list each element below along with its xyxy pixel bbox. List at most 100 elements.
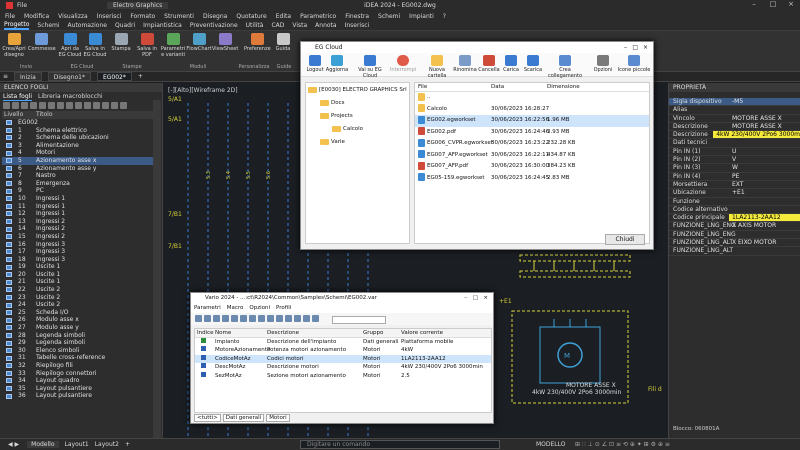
- sheet-row[interactable]: 26 Modulo asse x: [2, 316, 154, 324]
- tab-automazione[interactable]: Automazione: [68, 22, 107, 29]
- mode-indicator[interactable]: MODELLO: [536, 441, 566, 448]
- vario-search-input[interactable]: [332, 316, 386, 324]
- file-row[interactable]: EG007_AFP.pdf 30/06/2023 16:30:00 384.23 K…: [415, 161, 649, 173]
- property-value[interactable]: [729, 198, 800, 205]
- sheet-row[interactable]: 4 Motori: [2, 149, 154, 157]
- doc-tab-eg002[interactable]: EG002*: [96, 72, 132, 81]
- col-file[interactable]: File: [415, 83, 491, 91]
- tool-icon[interactable]: [249, 315, 256, 322]
- sheet-row[interactable]: 11 Ingressi 1: [2, 203, 154, 211]
- preferenze-button[interactable]: Preferenze: [244, 33, 271, 52]
- file-row[interactable]: EG05-159.egworkset 30/06/2023 16:24:45 2.8…: [415, 173, 649, 185]
- menu-icon[interactable]: ≡: [3, 73, 8, 80]
- property-value[interactable]: X AXIS MOTOR: [729, 222, 800, 229]
- tab-utilita[interactable]: Utilità: [246, 22, 264, 29]
- status-toggles[interactable]: ⊞ ∷ ⊥ ⊙ ∠ ⊡ ≡ ⟲ ⊕ ✦ ⊞ ⚙ ⊕ ≡: [575, 441, 670, 448]
- sheet-row[interactable]: 10 Ingressi 1: [2, 195, 154, 203]
- tree-docs[interactable]: Docs: [320, 99, 345, 108]
- layout-tab-2[interactable]: Layout2: [95, 441, 119, 448]
- col-descrizione[interactable]: Descrizione: [267, 329, 363, 337]
- tree-varie[interactable]: Varie: [320, 138, 345, 147]
- nav-arrows-icon[interactable]: ◀ ▶: [8, 441, 19, 448]
- property-value[interactable]: [729, 231, 800, 238]
- refresh-button[interactable]: Aggiorna: [323, 54, 351, 73]
- property-row[interactable]: FUNZIONE_LNG_ALT: [669, 247, 800, 256]
- command-line[interactable]: Digitare un comando: [300, 440, 500, 449]
- menu-strumenti[interactable]: Strumenti: [164, 13, 194, 20]
- property-value[interactable]: MOTORE ASSE X: [729, 115, 800, 122]
- property-value[interactable]: [729, 106, 800, 113]
- property-value[interactable]: X EIXO MOTOR: [729, 239, 800, 246]
- tool-icon[interactable]: [222, 315, 229, 322]
- menu-quotature[interactable]: Quotature: [236, 13, 266, 20]
- col-size[interactable]: Dimensione: [547, 83, 607, 91]
- property-value[interactable]: 4kW 230/400V 2Po6 3000m: [713, 131, 800, 139]
- property-value[interactable]: [729, 139, 800, 146]
- file-row[interactable]: EG006_CVPR.egworkset 30/06/2023 16:23:22 2…: [415, 138, 649, 150]
- salva-pdf-button[interactable]: Salva in PDF: [134, 33, 160, 58]
- file-row[interactable]: EG002.pdf 30/06/2023 16:24:46 3.93 MB: [415, 127, 649, 139]
- parameter-row[interactable]: DescMotAz Descrizione motori Motori 4kW 230…: [195, 363, 491, 372]
- tool-icon[interactable]: [213, 315, 220, 322]
- property-value[interactable]: U: [729, 148, 800, 155]
- property-row[interactable]: Codice alternativo: [669, 206, 800, 215]
- sheet-row[interactable]: 5 Azionamento asse x: [2, 156, 154, 165]
- property-row[interactable]: Pin IN (2) V: [669, 156, 800, 165]
- tab-annota[interactable]: Annota: [315, 22, 336, 29]
- vario-menu-parametri[interactable]: Parametri: [194, 304, 221, 313]
- file-row[interactable]: EG007_AFP.egworkset 30/06/2023 16:22:11 43…: [415, 150, 649, 162]
- param-value[interactable]: Piattaforma mobile: [401, 338, 491, 347]
- menu-finestra[interactable]: Finestra: [345, 13, 369, 20]
- property-row[interactable]: FUNZIONE_LNG_ENG X AXIS MOTOR: [669, 222, 800, 231]
- sheet-row[interactable]: 22 Uscite 2: [2, 286, 154, 294]
- col-valore[interactable]: Valore corrente: [401, 329, 491, 337]
- property-row[interactable]: Morsettiera EXT: [669, 181, 800, 190]
- sheet-row[interactable]: 13 Ingressi 2: [2, 218, 154, 226]
- sheet-row[interactable]: EG002: [2, 119, 154, 127]
- tool-icon[interactable]: [276, 315, 283, 322]
- sheet-row[interactable]: 9 PC: [2, 187, 154, 195]
- sheet-row[interactable]: 25 Scheda I/O: [2, 309, 154, 317]
- menu-visualizza[interactable]: Visualizza: [58, 13, 88, 20]
- property-row[interactable]: Descrizione MOTORE ASSE X: [669, 123, 800, 132]
- maximize-button[interactable]: □: [632, 42, 638, 53]
- apri-cloud-button[interactable]: Apri da EG Cloud: [57, 33, 83, 58]
- tab-vista[interactable]: Vista: [292, 22, 307, 29]
- vario-tab-dati[interactable]: Dati generali: [222, 414, 265, 422]
- minimize-button[interactable]: –: [464, 293, 467, 304]
- sheet-row[interactable]: 12 Ingressi 1: [2, 210, 154, 218]
- vario-menu-macro[interactable]: Macro: [227, 304, 244, 313]
- property-row[interactable]: Descrizione 4kW 230/400V 2Po6 3000m: [669, 131, 800, 140]
- sheet-row[interactable]: 23 Uscite 2: [2, 294, 154, 302]
- layout-tab-modello[interactable]: Modello: [27, 441, 59, 448]
- property-value[interactable]: [729, 247, 800, 254]
- stampa-button[interactable]: Stampa: [108, 33, 134, 52]
- add-layout-button[interactable]: +: [125, 441, 130, 448]
- sheet-row[interactable]: 2 Schema delle ubicazioni: [2, 134, 154, 142]
- sheet-row[interactable]: 16 Ingressi 3: [2, 241, 154, 249]
- tab-preventivazione[interactable]: Preventivazione: [190, 22, 238, 29]
- sheet-row[interactable]: 21 Uscite 1: [2, 278, 154, 286]
- vario-menu-profili[interactable]: Profili: [276, 304, 291, 313]
- property-value[interactable]: [729, 206, 800, 213]
- menu-schemi[interactable]: Schemi: [378, 13, 400, 20]
- tab-libreria[interactable]: Libreria macroblocchi: [38, 92, 103, 101]
- sheet-row[interactable]: 20 Uscite 1: [2, 271, 154, 279]
- close-button[interactable]: ×: [782, 0, 800, 11]
- sheet-row[interactable]: 29 Legenda simboli: [2, 339, 154, 347]
- sheet-row[interactable]: 3 Alimentazione: [2, 142, 154, 150]
- sheet-row[interactable]: 24 Uscite 2: [2, 301, 154, 309]
- salva-cloud-button[interactable]: Salva in EG Cloud: [82, 33, 108, 58]
- goto-cloud-button[interactable]: Vai su EG Cloud: [351, 54, 389, 79]
- sheet-row[interactable]: 6 Azionamento asse y: [2, 165, 154, 173]
- property-row[interactable]: Pin IN (4) PE: [669, 173, 800, 181]
- crea-apri-button[interactable]: Crea/Apri disegno: [1, 33, 27, 58]
- param-value[interactable]: 4kW: [401, 346, 491, 355]
- file-row[interactable]: Calcolo 30/06/2023 16:28:27: [415, 104, 649, 116]
- minimize-button[interactable]: –: [624, 42, 627, 53]
- tool-icon[interactable]: [204, 315, 211, 322]
- tree-root[interactable]: [E0030] ELECTRO GRAPHICS Srl: [308, 86, 407, 95]
- property-value[interactable]: 1LA2113-2AA12: [729, 214, 800, 222]
- tool-icon[interactable]: [39, 102, 46, 109]
- tool-icon[interactable]: [66, 102, 73, 109]
